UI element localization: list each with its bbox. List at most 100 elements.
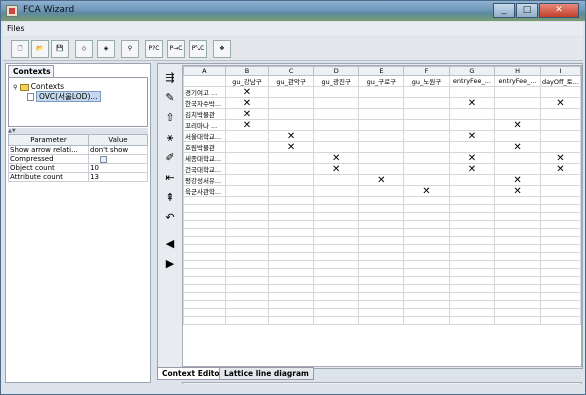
p-arrow-c-icon[interactable]: P→C <box>167 40 185 58</box>
object-cell[interactable]: 건국대학교... <box>183 163 226 175</box>
empty-cell[interactable] <box>268 228 315 237</box>
object-cell[interactable]: 한국자수박... <box>183 97 226 109</box>
empty-cell[interactable] <box>358 141 405 153</box>
empty-cell[interactable] <box>268 292 315 301</box>
forward-icon[interactable]: ▶ <box>161 255 179 273</box>
add-object-icon[interactable]: ✎ <box>161 89 179 107</box>
empty-cell[interactable] <box>313 97 360 109</box>
object-cell[interactable]: 꼬리마나 ... <box>183 119 226 131</box>
empty-cell[interactable] <box>494 244 541 253</box>
empty-cell[interactable] <box>183 292 226 301</box>
empty-cell[interactable] <box>494 236 541 245</box>
empty-cell[interactable] <box>358 244 405 253</box>
empty-cell[interactable] <box>313 212 360 221</box>
empty-cell[interactable] <box>403 196 450 205</box>
empty-cell[interactable] <box>183 204 226 213</box>
empty-cell[interactable] <box>403 204 450 213</box>
empty-cell[interactable] <box>448 244 496 253</box>
empty-cell[interactable] <box>358 268 405 277</box>
empty-cell[interactable] <box>448 284 496 293</box>
attribute-cell[interactable]: gu_관악구 <box>268 75 315 87</box>
empty-cell[interactable] <box>313 130 360 142</box>
empty-cell[interactable] <box>268 86 315 98</box>
empty-cell[interactable] <box>183 220 226 229</box>
empty-cell[interactable] <box>358 236 405 245</box>
empty-cell[interactable] <box>539 228 581 237</box>
empty-cell[interactable] <box>494 268 541 277</box>
attribute-cell[interactable]: gu_광진구 <box>313 75 360 87</box>
empty-cell[interactable] <box>494 276 541 285</box>
cross-cell[interactable]: ✕ <box>268 130 315 142</box>
empty-cell[interactable] <box>268 260 315 269</box>
empty-cell[interactable] <box>494 252 541 261</box>
param-value[interactable]: 13 <box>88 172 148 182</box>
empty-cell[interactable] <box>448 292 496 301</box>
empty-cell[interactable] <box>268 236 315 245</box>
empty-cell[interactable] <box>224 308 270 317</box>
empty-cell[interactable] <box>183 260 226 269</box>
empty-cell[interactable] <box>448 196 496 205</box>
empty-cell[interactable] <box>494 97 541 109</box>
insert-top-icon[interactable]: ⇞ <box>161 189 179 207</box>
empty-cell[interactable] <box>358 86 405 98</box>
attribute-cell[interactable]: gu_강남구 <box>224 75 270 87</box>
empty-cell[interactable] <box>403 130 450 142</box>
empty-cell[interactable] <box>224 141 270 153</box>
menu-files[interactable]: Files <box>7 24 25 33</box>
empty-cell[interactable] <box>539 108 581 120</box>
empty-cell[interactable] <box>494 228 541 237</box>
empty-cell[interactable] <box>494 300 541 309</box>
empty-cell[interactable] <box>224 196 270 205</box>
param-value[interactable]: 10 <box>88 163 148 173</box>
edit-icon[interactable]: ✐ <box>161 149 179 167</box>
empty-cell[interactable] <box>403 268 450 277</box>
empty-cell[interactable] <box>224 276 270 285</box>
empty-cell[interactable] <box>183 228 226 237</box>
empty-cell[interactable] <box>403 308 450 317</box>
empty-cell[interactable] <box>539 220 581 229</box>
empty-cell[interactable] <box>358 252 405 261</box>
empty-cell[interactable] <box>403 174 450 186</box>
empty-cell[interactable] <box>403 244 450 253</box>
empty-cell[interactable] <box>448 185 496 197</box>
empty-cell[interactable] <box>224 220 270 229</box>
empty-cell[interactable] <box>313 204 360 213</box>
empty-cell[interactable] <box>358 300 405 309</box>
empty-cell[interactable] <box>494 152 541 164</box>
column-header[interactable]: D <box>313 66 360 76</box>
empty-cell[interactable] <box>403 292 450 301</box>
empty-cell[interactable] <box>539 174 581 186</box>
tab-context-editor[interactable]: Context Editor <box>157 367 229 380</box>
empty-cell[interactable] <box>224 212 270 221</box>
empty-cell[interactable] <box>224 152 270 164</box>
empty-cell[interactable] <box>358 130 405 142</box>
cross-cell[interactable]: ✕ <box>494 119 541 131</box>
empty-cell[interactable] <box>358 185 405 197</box>
splitter[interactable] <box>152 63 156 383</box>
empty-cell[interactable] <box>224 204 270 213</box>
empty-cell[interactable] <box>268 268 315 277</box>
empty-cell[interactable] <box>403 300 450 309</box>
graph-icon[interactable]: ❖ <box>213 40 231 58</box>
empty-cell[interactable] <box>539 185 581 197</box>
empty-cell[interactable] <box>268 308 315 317</box>
empty-cell[interactable] <box>403 119 450 131</box>
param-value[interactable]: don't show <box>88 145 148 155</box>
empty-cell[interactable] <box>494 204 541 213</box>
empty-cell[interactable] <box>183 316 226 325</box>
empty-cell[interactable] <box>494 130 541 142</box>
empty-cell[interactable] <box>224 236 270 245</box>
empty-cell[interactable] <box>403 163 450 175</box>
empty-cell[interactable] <box>313 141 360 153</box>
empty-cell[interactable] <box>539 292 581 301</box>
new-context-icon[interactable]: 🗋 <box>11 40 29 58</box>
empty-cell[interactable] <box>313 119 360 131</box>
empty-cell[interactable] <box>448 119 496 131</box>
compressed-checkbox[interactable] <box>100 155 107 163</box>
cross-cell[interactable]: ✕ <box>358 174 405 186</box>
empty-cell[interactable] <box>268 185 315 197</box>
object-cell[interactable]: 호림박물관 <box>183 141 226 153</box>
empty-cell[interactable] <box>313 260 360 269</box>
empty-cell[interactable] <box>539 268 581 277</box>
empty-cell[interactable] <box>494 86 541 98</box>
